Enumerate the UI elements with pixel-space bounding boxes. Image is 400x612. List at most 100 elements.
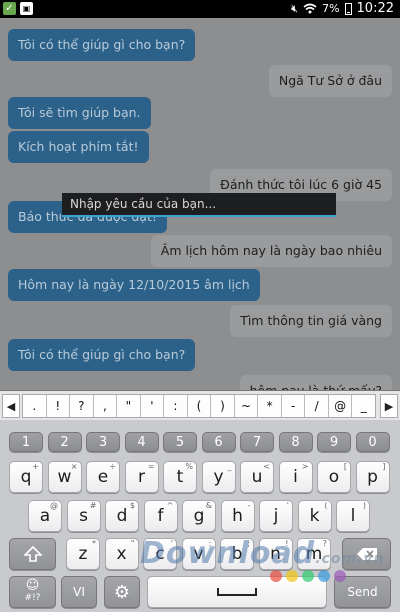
key-r-label: r <box>138 467 145 487</box>
symbol-key[interactable]: - <box>281 395 305 417</box>
key-o[interactable]: o[ <box>317 461 351 493</box>
symbol-key[interactable]: : <box>164 395 187 417</box>
emoji-key[interactable]: ☺ #!? <box>9 576 56 608</box>
key-k-label: k <box>309 506 320 526</box>
key-l[interactable]: l) <box>336 500 370 532</box>
key-3-label: 3 <box>98 434 108 450</box>
message-bot: Kích hoạt phím tắt! <box>8 131 149 163</box>
key-m[interactable]: m? <box>297 538 331 570</box>
shift-key[interactable] <box>9 538 56 570</box>
request-input[interactable]: Nhập yêu cầu của bạn... <box>62 193 336 217</box>
key-q-label: q <box>20 467 32 487</box>
key-y-label: y <box>213 467 224 487</box>
message-user: Tìm thông tin giá vàng <box>230 305 392 337</box>
key-e-label: e <box>97 467 109 487</box>
key-alt-symbol: & <box>205 501 212 510</box>
key-a[interactable]: a @ <box>28 500 62 532</box>
symbol-key[interactable]: / <box>305 395 328 417</box>
message-bot: Tôi có thể giúp gì cho bạn? <box>8 29 196 61</box>
key-s-label: s <box>79 506 88 526</box>
key-n[interactable]: n! <box>258 538 293 570</box>
key-e[interactable]: e ÷ <box>86 461 120 493</box>
key-u[interactable]: u < <box>240 461 274 493</box>
key-5[interactable]: 5 <box>163 432 197 452</box>
symbol-key[interactable]: . <box>23 395 46 417</box>
key-5-label: 5 <box>175 434 185 450</box>
key-alt-symbol: × <box>70 462 78 471</box>
key-8[interactable]: 8 <box>278 432 313 452</box>
key-alt-symbol: ( <box>324 501 328 510</box>
symbol-key[interactable]: ( <box>187 395 211 417</box>
key-m-label: m <box>305 544 323 564</box>
key-l-label: l <box>350 506 356 526</box>
key-alt-symbol: ÷ <box>109 462 116 471</box>
key-v-label: v <box>193 544 204 564</box>
clock: 10:22 <box>356 1 394 16</box>
key-6[interactable]: 6 <box>201 432 236 452</box>
key-g-label: g <box>193 506 205 526</box>
symbol-key[interactable]: _ <box>352 395 375 417</box>
key-d-label: d <box>116 506 128 526</box>
key-r[interactable]: r = <box>124 461 159 493</box>
key-f[interactable]: f ^ <box>143 500 178 532</box>
symbol-key[interactable]: ! <box>46 395 70 417</box>
key-p[interactable]: p] <box>355 461 390 493</box>
key-g[interactable]: g & <box>182 500 216 532</box>
key-b[interactable]: b; <box>220 538 254 570</box>
send-button[interactable]: Send <box>334 576 391 608</box>
key-w-label: w <box>57 467 72 487</box>
key-j[interactable]: j ' <box>259 500 293 532</box>
key-4[interactable]: 4 <box>124 432 159 452</box>
symbol-key[interactable]: ? <box>70 395 93 417</box>
key-p-label: p <box>367 467 378 487</box>
key-2[interactable]: 2 <box>47 432 82 452</box>
backspace-key[interactable] <box>342 538 391 570</box>
key-s[interactable]: s # <box>66 500 101 532</box>
backspace-icon <box>356 548 377 560</box>
key-d[interactable]: d $ <box>105 500 139 532</box>
key-alt-symbol: ; <box>247 539 250 548</box>
key-alt-symbol: + <box>32 462 39 471</box>
key-2-label: 2 <box>60 434 69 450</box>
settings-key[interactable]: ⚙ <box>104 576 140 608</box>
symbol-key[interactable]: ' <box>140 395 164 417</box>
key-9-label: 9 <box>329 434 339 450</box>
symbol-key[interactable]: ) <box>211 395 234 417</box>
key-i[interactable]: i > <box>278 461 313 493</box>
key-7-label: 7 <box>252 434 262 450</box>
key-7[interactable]: 7 <box>240 432 274 452</box>
key-6-label: 6 <box>214 434 223 450</box>
symbol-key[interactable]: " <box>117 395 140 417</box>
key-alt-symbol: : <box>208 539 212 548</box>
chevron-right-icon[interactable]: ▶ <box>380 394 398 418</box>
key-alt-symbol: > <box>301 462 309 471</box>
symbol-key[interactable]: , <box>93 395 117 417</box>
key-y[interactable]: y _ <box>201 461 236 493</box>
key-1[interactable]: 1 <box>9 432 43 452</box>
key-t[interactable]: t% <box>163 461 197 493</box>
key-alt-symbol: $ <box>129 501 135 510</box>
key-h[interactable]: h- <box>220 500 255 532</box>
key-c[interactable]: c ' <box>143 538 177 570</box>
key-w[interactable]: w × <box>47 461 82 493</box>
key-v[interactable]: v: <box>181 538 216 570</box>
symbol-key[interactable]: * <box>258 395 281 417</box>
key-x-label: x <box>116 544 127 564</box>
space-key[interactable] <box>147 576 327 608</box>
key-3[interactable]: 3 <box>86 432 120 452</box>
key-x[interactable]: x " <box>104 538 139 570</box>
key-0[interactable]: 0 <box>355 432 390 452</box>
key-1-label: 1 <box>21 434 31 450</box>
language-key[interactable]: VI <box>61 576 97 608</box>
key-q[interactable]: q + <box>9 461 43 493</box>
key-9[interactable]: 9 <box>317 432 351 452</box>
key-k[interactable]: k( <box>297 500 332 532</box>
message-user: Ngã Tư Sở ở đâu <box>268 65 392 97</box>
bag-icon: ▣ <box>20 2 33 15</box>
symbol-key[interactable]: ~ <box>234 395 258 417</box>
key-alt-symbol: ] <box>382 462 386 471</box>
key-z[interactable]: z * <box>66 538 100 570</box>
chevron-left-icon[interactable]: ◀ <box>2 394 20 418</box>
symbol-key[interactable]: @ <box>328 395 352 417</box>
key-8-label: 8 <box>291 434 300 450</box>
